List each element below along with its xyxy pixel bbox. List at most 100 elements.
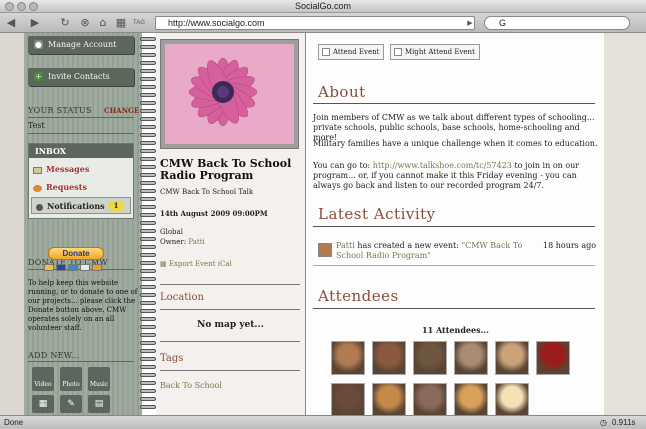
spiral-ring bbox=[140, 349, 156, 353]
activity-text: Patti has created a new event: "CMW Back… bbox=[336, 241, 531, 261]
requests-link[interactable]: Requests bbox=[33, 182, 87, 192]
add-event-button[interactable]: ▦ bbox=[32, 395, 54, 413]
amex-icon bbox=[68, 264, 78, 271]
spiral-ring bbox=[140, 253, 156, 257]
spiral-ring bbox=[140, 333, 156, 337]
add-blog-button[interactable]: ✎ bbox=[60, 395, 82, 413]
spiral-ring bbox=[140, 229, 156, 233]
attendee-avatar[interactable] bbox=[372, 341, 406, 375]
stop-icon[interactable]: ⊗ bbox=[78, 16, 92, 30]
sidebar: ● Manage Account + Invite Contacts YOUR … bbox=[24, 33, 142, 415]
export-ical-link[interactable]: ▦ Export Event iCal bbox=[160, 260, 232, 268]
attendee-avatar[interactable] bbox=[454, 341, 488, 375]
talkshoe-link[interactable]: http://www.talkshoe.com/tc/57423 bbox=[373, 161, 512, 170]
spiral-ring bbox=[140, 69, 156, 73]
might-attend-button[interactable]: Might Attend Event bbox=[390, 44, 480, 60]
spiral-ring bbox=[140, 301, 156, 305]
spiral-ring bbox=[140, 173, 156, 177]
latest-activity-heading: Latest Activity bbox=[318, 205, 436, 223]
status-text: Done bbox=[4, 418, 24, 427]
blog-icon: ✎ bbox=[67, 399, 75, 409]
attendees-count: 11 Attendees... bbox=[422, 325, 489, 335]
add-photo-button[interactable]: Photo bbox=[60, 367, 82, 391]
window-title: SocialGo.com bbox=[294, 1, 352, 11]
bank-icon bbox=[92, 264, 102, 271]
notifications-link[interactable]: Notifications bbox=[36, 201, 105, 211]
add-doc-button[interactable]: ▤ bbox=[88, 395, 110, 413]
spiral-ring bbox=[140, 101, 156, 105]
flower-image bbox=[165, 44, 294, 144]
spiral-ring bbox=[140, 181, 156, 185]
status-divider-bottom bbox=[28, 133, 134, 134]
calendar-icon: ▦ bbox=[38, 399, 48, 409]
reload-icon[interactable]: ↻ bbox=[58, 16, 72, 30]
spiral-ring bbox=[140, 93, 156, 97]
minimize-window-button[interactable] bbox=[17, 2, 26, 11]
discover-icon bbox=[80, 264, 90, 271]
address-bar[interactable]: http://www.socialgo.com bbox=[155, 16, 475, 30]
donate-button[interactable]: Donate bbox=[48, 247, 104, 260]
attendees-divider bbox=[313, 308, 595, 309]
back-icon[interactable]: ◀ bbox=[4, 16, 18, 30]
attendee-avatar[interactable] bbox=[495, 383, 529, 417]
no-map-text: No map yet... bbox=[197, 320, 264, 330]
attendee-avatar[interactable] bbox=[331, 341, 365, 375]
spiral-ring bbox=[140, 213, 156, 217]
zoom-window-button[interactable] bbox=[29, 2, 38, 11]
search-input[interactable]: G bbox=[484, 16, 630, 30]
attendee-avatar[interactable] bbox=[454, 383, 488, 417]
add-new-heading: ADD NEW... bbox=[28, 351, 80, 360]
document-icon: ▤ bbox=[94, 399, 104, 409]
home-icon[interactable]: ⌂ bbox=[96, 16, 110, 30]
notification-count-badge: 1 bbox=[108, 201, 124, 211]
attendee-avatar[interactable] bbox=[413, 341, 447, 375]
spiral-ring bbox=[140, 373, 156, 377]
activity-time: 18 hours ago bbox=[543, 241, 597, 250]
attend-event-button[interactable]: Attend Event bbox=[318, 44, 385, 60]
export-ical-label: Export Event iCal bbox=[168, 260, 232, 268]
attendee-avatar[interactable] bbox=[372, 383, 406, 417]
spiral-ring bbox=[140, 261, 156, 265]
tag-link[interactable]: Back To School bbox=[160, 381, 222, 390]
event-subtitle: CMW Back To School Talk bbox=[160, 188, 254, 196]
attendee-avatar[interactable] bbox=[331, 383, 365, 417]
owner-link[interactable]: Patti bbox=[188, 238, 204, 246]
spiral-ring bbox=[140, 197, 156, 201]
spiral-ring bbox=[140, 365, 156, 369]
close-window-button[interactable] bbox=[5, 2, 14, 11]
messages-link[interactable]: Messages bbox=[33, 164, 89, 174]
change-status-link[interactable]: CHANGE bbox=[104, 106, 139, 115]
bookmarks-icon[interactable]: ▦ bbox=[114, 16, 128, 30]
activity-user-link[interactable]: Patti bbox=[336, 241, 355, 250]
event-info-column: CMW Back To School Radio Program CMW Bac… bbox=[156, 33, 305, 415]
go-icon[interactable]: ▶ bbox=[463, 16, 477, 30]
add-video-button[interactable]: Video bbox=[32, 367, 54, 391]
forward-icon[interactable]: ▶ bbox=[28, 16, 42, 30]
attendee-avatar[interactable] bbox=[413, 383, 447, 417]
add-music-button[interactable]: Music bbox=[88, 367, 110, 391]
notifications-row[interactable]: Notifications 1 bbox=[31, 197, 131, 214]
attendee-avatar[interactable] bbox=[536, 341, 570, 375]
invite-contacts-button[interactable]: + Invite Contacts bbox=[28, 68, 134, 86]
attendee-avatar[interactable] bbox=[495, 341, 529, 375]
spiral-ring bbox=[140, 317, 156, 321]
notification-icon bbox=[36, 203, 43, 211]
calendar-icon: ▦ bbox=[160, 260, 167, 268]
inbox-heading: INBOX bbox=[29, 144, 133, 158]
messages-label: Messages bbox=[46, 164, 90, 174]
tags-heading: Tags bbox=[160, 353, 184, 364]
location-top-rule bbox=[160, 284, 300, 285]
spiral-ring bbox=[140, 157, 156, 161]
activity-avatar[interactable] bbox=[318, 243, 332, 257]
location-heading: Location bbox=[160, 292, 204, 303]
visa-icon bbox=[56, 264, 66, 271]
spiral-ring bbox=[140, 405, 156, 409]
add-music-label: Music bbox=[89, 381, 109, 388]
manage-account-button[interactable]: ● Manage Account bbox=[28, 36, 134, 54]
spiral-ring bbox=[140, 381, 156, 385]
checkbox-icon bbox=[394, 48, 402, 56]
window-title-bar: SocialGo.com bbox=[0, 0, 646, 13]
spiral-ring bbox=[140, 125, 156, 129]
search-value: G bbox=[499, 18, 507, 28]
tag-button[interactable]: TAG bbox=[132, 16, 146, 30]
